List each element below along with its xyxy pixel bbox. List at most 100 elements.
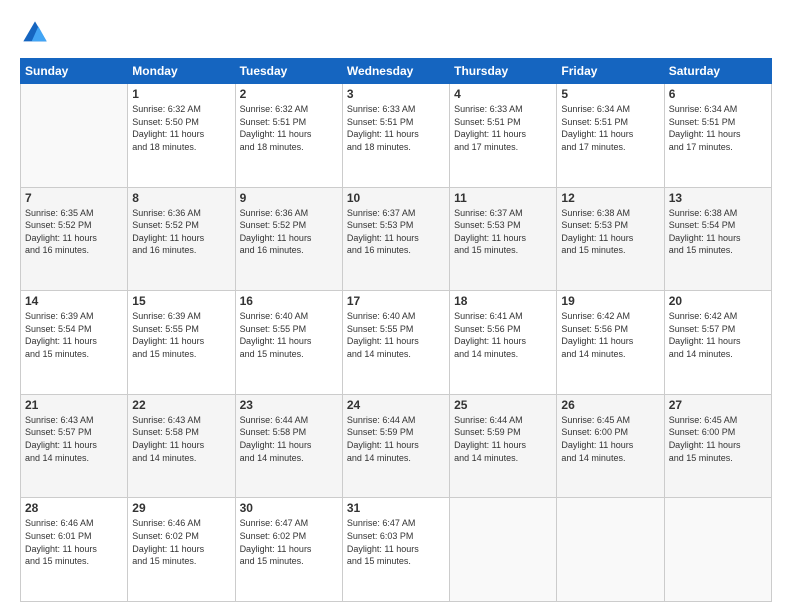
day-info: Sunrise: 6:37 AM Sunset: 5:53 PM Dayligh… [347,207,445,257]
day-info: Sunrise: 6:39 AM Sunset: 5:54 PM Dayligh… [25,310,123,360]
page: SundayMondayTuesdayWednesdayThursdayFrid… [0,0,792,612]
calendar-cell: 8 Sunrise: 6:36 AM Sunset: 5:52 PM Daylig… [128,187,235,291]
calendar-cell: 29 Sunrise: 6:46 AM Sunset: 6:02 PM Dayli… [128,498,235,602]
calendar-cell: 15 Sunrise: 6:39 AM Sunset: 5:55 PM Dayli… [128,291,235,395]
day-info: Sunrise: 6:44 AM Sunset: 5:59 PM Dayligh… [454,414,552,464]
day-info: Sunrise: 6:44 AM Sunset: 5:59 PM Dayligh… [347,414,445,464]
calendar-cell: 2 Sunrise: 6:32 AM Sunset: 5:51 PM Daylig… [235,84,342,188]
day-number: 13 [669,191,767,205]
day-number: 17 [347,294,445,308]
day-number: 27 [669,398,767,412]
calendar-cell: 23Sunrise: 6:44 AM Sunset: 5:58 PM Dayli… [235,394,342,498]
day-info: Sunrise: 6:40 AM Sunset: 5:55 PM Dayligh… [240,310,338,360]
day-number: 29 [132,501,230,515]
day-info: Sunrise: 6:45 AM Sunset: 6:00 PM Dayligh… [669,414,767,464]
day-info: Sunrise: 6:39 AM Sunset: 5:55 PM Dayligh… [132,310,230,360]
day-info: Sunrise: 6:32 AM Sunset: 5:50 PM Dayligh… [132,103,230,153]
calendar-cell [450,498,557,602]
day-number: 26 [561,398,659,412]
calendar-cell: 9 Sunrise: 6:36 AM Sunset: 5:52 PM Daylig… [235,187,342,291]
day-number: 9 [240,191,338,205]
calendar-cell: 13 Sunrise: 6:38 AM Sunset: 5:54 PM Dayli… [664,187,771,291]
calendar-cell: 10 Sunrise: 6:37 AM Sunset: 5:53 PM Dayli… [342,187,449,291]
calendar-cell: 3 Sunrise: 6:33 AM Sunset: 5:51 PM Daylig… [342,84,449,188]
calendar-cell: 30 Sunrise: 6:47 AM Sunset: 6:02 PM Dayli… [235,498,342,602]
day-number: 19 [561,294,659,308]
day-info: Sunrise: 6:45 AM Sunset: 6:00 PM Dayligh… [561,414,659,464]
calendar-cell: 19 Sunrise: 6:42 AM Sunset: 5:56 PM Dayli… [557,291,664,395]
calendar-cell [664,498,771,602]
day-number: 4 [454,87,552,101]
calendar-cell: 16Sunrise: 6:40 AM Sunset: 5:55 PM Dayli… [235,291,342,395]
day-number: 14 [25,294,123,308]
day-number: 21 [25,398,123,412]
calendar-week-row: 1 Sunrise: 6:32 AM Sunset: 5:50 PM Daylig… [21,84,772,188]
day-info: Sunrise: 6:34 AM Sunset: 5:51 PM Dayligh… [561,103,659,153]
weekday-header: Thursday [450,59,557,84]
day-info: Sunrise: 6:33 AM Sunset: 5:51 PM Dayligh… [347,103,445,153]
day-number: 28 [25,501,123,515]
day-info: Sunrise: 6:35 AM Sunset: 5:52 PM Dayligh… [25,207,123,257]
day-info: Sunrise: 6:36 AM Sunset: 5:52 PM Dayligh… [240,207,338,257]
calendar-cell: 17 Sunrise: 6:40 AM Sunset: 5:55 PM Dayli… [342,291,449,395]
weekday-header: Wednesday [342,59,449,84]
calendar-week-row: 21 Sunrise: 6:43 AM Sunset: 5:57 PM Dayli… [21,394,772,498]
calendar-cell: 14 Sunrise: 6:39 AM Sunset: 5:54 PM Dayli… [21,291,128,395]
day-info: Sunrise: 6:43 AM Sunset: 5:57 PM Dayligh… [25,414,123,464]
day-info: Sunrise: 6:32 AM Sunset: 5:51 PM Dayligh… [240,103,338,153]
day-info: Sunrise: 6:36 AM Sunset: 5:52 PM Dayligh… [132,207,230,257]
day-number: 20 [669,294,767,308]
header [20,18,772,48]
weekday-header: Tuesday [235,59,342,84]
day-number: 1 [132,87,230,101]
calendar-cell: 11Sunrise: 6:37 AM Sunset: 5:53 PM Dayli… [450,187,557,291]
day-number: 24 [347,398,445,412]
calendar-week-row: 14 Sunrise: 6:39 AM Sunset: 5:54 PM Dayli… [21,291,772,395]
day-number: 30 [240,501,338,515]
calendar-cell: 24 Sunrise: 6:44 AM Sunset: 5:59 PM Dayli… [342,394,449,498]
day-info: Sunrise: 6:41 AM Sunset: 5:56 PM Dayligh… [454,310,552,360]
calendar-cell: 26 Sunrise: 6:45 AM Sunset: 6:00 PM Dayli… [557,394,664,498]
weekday-header: Saturday [664,59,771,84]
day-info: Sunrise: 6:47 AM Sunset: 6:02 PM Dayligh… [240,517,338,567]
calendar-cell: 12Sunrise: 6:38 AM Sunset: 5:53 PM Dayli… [557,187,664,291]
day-info: Sunrise: 6:46 AM Sunset: 6:01 PM Dayligh… [25,517,123,567]
day-number: 10 [347,191,445,205]
day-number: 3 [347,87,445,101]
day-info: Sunrise: 6:34 AM Sunset: 5:51 PM Dayligh… [669,103,767,153]
day-number: 25 [454,398,552,412]
calendar-cell: 1 Sunrise: 6:32 AM Sunset: 5:50 PM Daylig… [128,84,235,188]
weekday-header: Monday [128,59,235,84]
weekday-header: Friday [557,59,664,84]
calendar-cell: 18 Sunrise: 6:41 AM Sunset: 5:56 PM Dayli… [450,291,557,395]
day-number: 18 [454,294,552,308]
calendar-cell: 27 Sunrise: 6:45 AM Sunset: 6:00 PM Dayli… [664,394,771,498]
day-info: Sunrise: 6:46 AM Sunset: 6:02 PM Dayligh… [132,517,230,567]
logo [20,18,54,48]
day-info: Sunrise: 6:42 AM Sunset: 5:56 PM Dayligh… [561,310,659,360]
day-number: 22 [132,398,230,412]
day-info: Sunrise: 6:42 AM Sunset: 5:57 PM Dayligh… [669,310,767,360]
calendar-cell: 20 Sunrise: 6:42 AM Sunset: 5:57 PM Dayli… [664,291,771,395]
day-info: Sunrise: 6:33 AM Sunset: 5:51 PM Dayligh… [454,103,552,153]
day-info: Sunrise: 6:38 AM Sunset: 5:54 PM Dayligh… [669,207,767,257]
day-info: Sunrise: 6:47 AM Sunset: 6:03 PM Dayligh… [347,517,445,567]
calendar-cell: 7Sunrise: 6:35 AM Sunset: 5:52 PM Daylig… [21,187,128,291]
calendar-table: SundayMondayTuesdayWednesdayThursdayFrid… [20,58,772,602]
day-number: 23 [240,398,338,412]
calendar-cell [21,84,128,188]
calendar-cell: 22Sunrise: 6:43 AM Sunset: 5:58 PM Dayli… [128,394,235,498]
day-number: 12 [561,191,659,205]
day-info: Sunrise: 6:40 AM Sunset: 5:55 PM Dayligh… [347,310,445,360]
day-number: 8 [132,191,230,205]
calendar-cell: 5Sunrise: 6:34 AM Sunset: 5:51 PM Daylig… [557,84,664,188]
calendar-cell: 21 Sunrise: 6:43 AM Sunset: 5:57 PM Dayli… [21,394,128,498]
day-number: 6 [669,87,767,101]
calendar-cell: 6 Sunrise: 6:34 AM Sunset: 5:51 PM Daylig… [664,84,771,188]
day-number: 2 [240,87,338,101]
calendar-header-row: SundayMondayTuesdayWednesdayThursdayFrid… [21,59,772,84]
day-number: 15 [132,294,230,308]
calendar-cell: 25 Sunrise: 6:44 AM Sunset: 5:59 PM Dayli… [450,394,557,498]
calendar-cell: 31Sunrise: 6:47 AM Sunset: 6:03 PM Dayli… [342,498,449,602]
calendar-cell: 4 Sunrise: 6:33 AM Sunset: 5:51 PM Daylig… [450,84,557,188]
